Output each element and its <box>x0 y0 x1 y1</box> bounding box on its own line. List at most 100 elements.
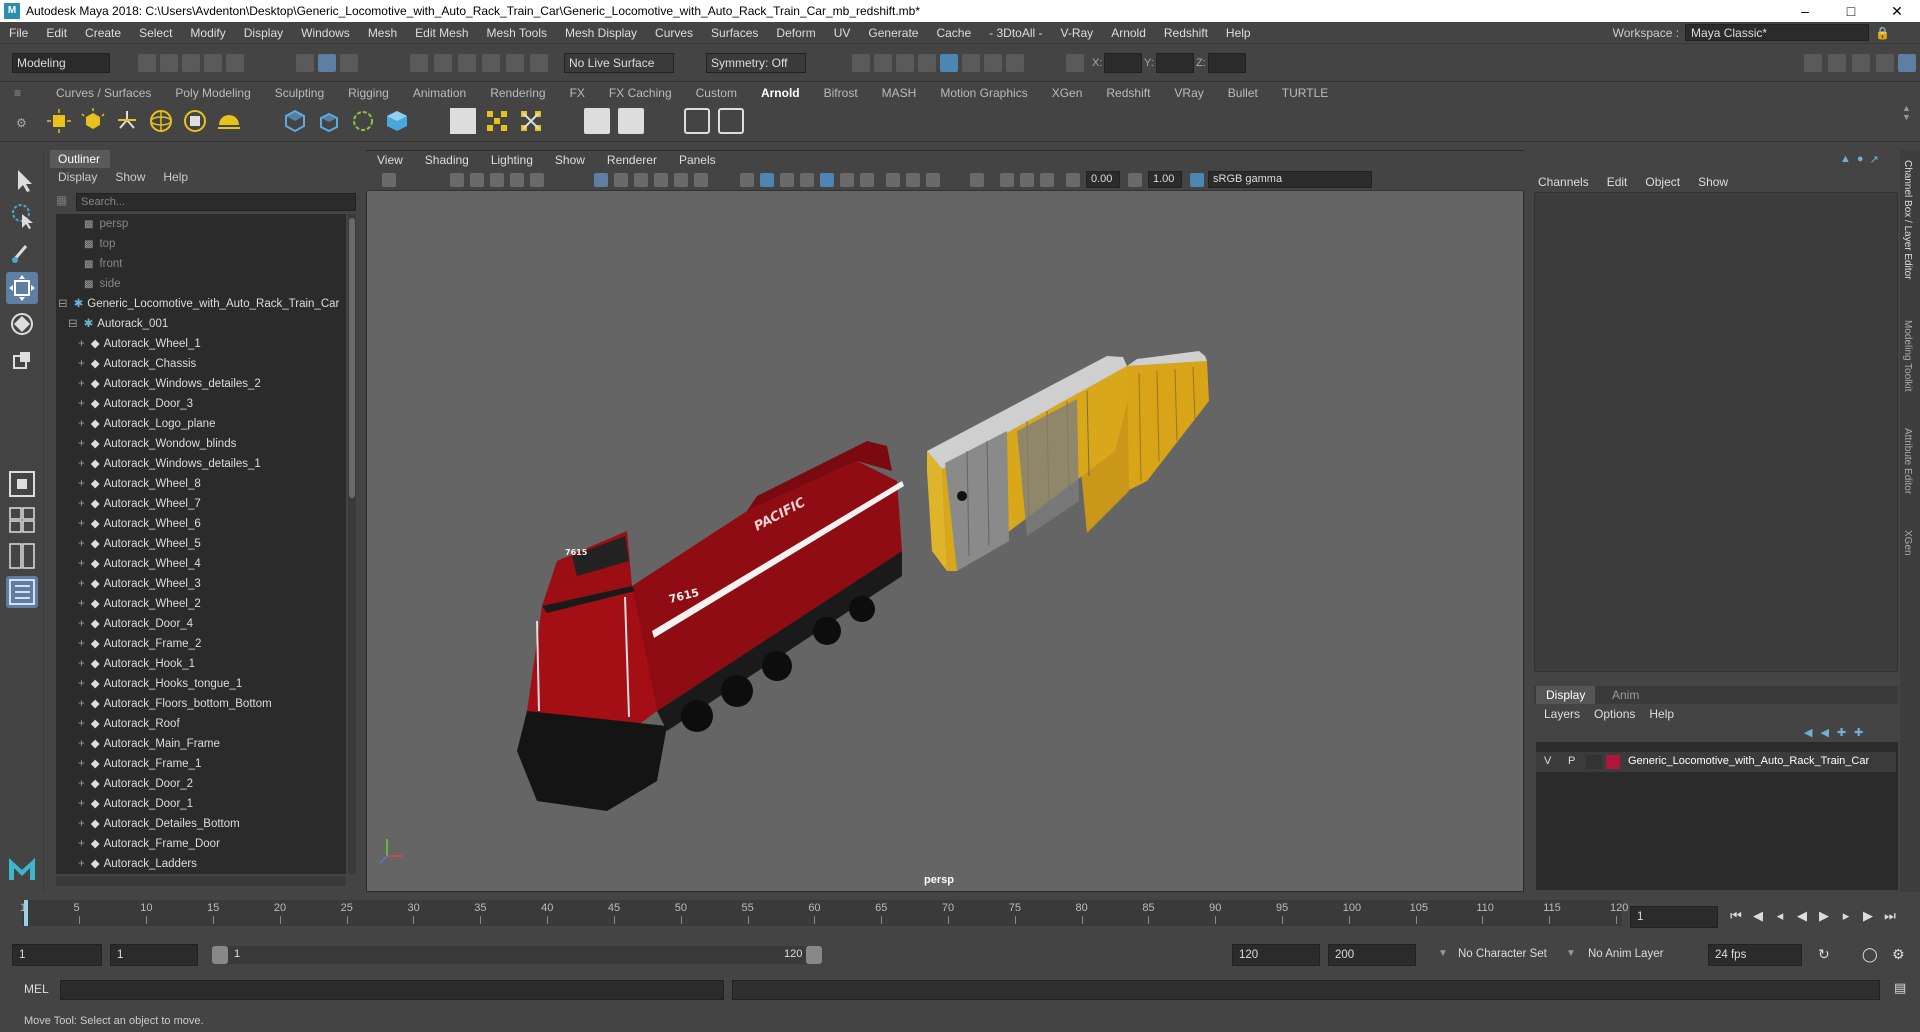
outliner-row[interactable]: + ◆ Autorack_Wheel_2 <box>56 594 346 614</box>
menu-mesh-tools[interactable]: Mesh Tools <box>478 26 556 40</box>
outliner-row[interactable]: + ◆ Autorack_Door_4 <box>56 614 346 634</box>
tool-settings-icon[interactable] <box>1876 54 1894 72</box>
outliner-scroll-thumb[interactable] <box>349 218 355 498</box>
channel-menu-object[interactable]: Object <box>1645 173 1680 191</box>
maximize-button[interactable]: □ <box>1828 3 1874 20</box>
menu-file[interactable]: File <box>0 26 37 40</box>
select-camera-icon[interactable] <box>382 173 396 187</box>
channel-menu-edit[interactable]: Edit <box>1607 173 1628 191</box>
preferences-icon[interactable]: ⚙ <box>1892 946 1905 963</box>
gamma-field[interactable]: 1.00 <box>1148 171 1182 188</box>
volume-icon[interactable] <box>384 108 410 134</box>
motion-blur-icon[interactable] <box>906 173 920 187</box>
menu-edit[interactable]: Edit <box>37 26 76 40</box>
render-settings-icon[interactable] <box>918 54 936 72</box>
menu-deform[interactable]: Deform <box>767 26 824 40</box>
color-space-dropdown[interactable]: sRGB gamma <box>1208 171 1372 188</box>
collapse-icon[interactable]: ⊟ <box>58 298 68 310</box>
play-backwards-button[interactable]: ◀ <box>1794 908 1810 924</box>
y-field[interactable] <box>1156 53 1194 73</box>
side-tab-xgen[interactable]: XGen <box>1902 530 1913 556</box>
play-render-icon[interactable] <box>718 108 744 134</box>
shelf-tab-bifrost[interactable]: Bifrost <box>812 84 870 102</box>
material-icon[interactable] <box>584 108 610 134</box>
layer-menu-layers[interactable]: Layers <box>1544 706 1580 722</box>
move-layer-down-icon[interactable]: ◀ <box>1820 726 1828 739</box>
safe-action-icon[interactable] <box>694 173 708 187</box>
outliner-row[interactable]: + ◆ Autorack_Windows_detailes_1 <box>56 454 346 474</box>
viewport-menu-show[interactable]: Show <box>544 151 596 169</box>
select-tool-icon[interactable] <box>6 164 38 196</box>
expand-icon[interactable]: + <box>78 738 85 750</box>
layer-editor-icon[interactable]: ● <box>1857 153 1864 166</box>
gamma-icon[interactable] <box>1128 173 1142 187</box>
expand-icon[interactable]: + <box>78 518 85 530</box>
outliner-row[interactable]: ⊟ ✱ Autorack_001 <box>56 314 346 334</box>
menu-modify[interactable]: Modify <box>181 26 234 40</box>
range-handle-right[interactable] <box>806 946 822 964</box>
lock-icon[interactable]: 🔒 <box>1875 26 1890 40</box>
expand-icon[interactable]: + <box>78 558 85 570</box>
shelf-tab-curves-surfaces[interactable]: Curves / Surfaces <box>44 84 163 102</box>
mesh-light-icon[interactable] <box>80 108 106 134</box>
outliner-menu-show[interactable]: Show <box>115 168 145 186</box>
camera-attributes-icon[interactable] <box>450 173 464 187</box>
new-scene-icon[interactable] <box>138 54 156 72</box>
shelf-tab-custom[interactable]: Custom <box>684 84 749 102</box>
xray-joints-icon[interactable] <box>1020 173 1034 187</box>
smooth-shade-icon[interactable] <box>760 173 774 187</box>
channel-box-icon[interactable]: ▲ <box>1840 153 1851 166</box>
field-chart-icon[interactable] <box>674 173 688 187</box>
menu-windows[interactable]: Windows <box>292 26 359 40</box>
arnold-render-icon[interactable] <box>962 54 980 72</box>
anim-layer-icon[interactable]: ▼ <box>1566 948 1576 959</box>
visibility-icon[interactable] <box>684 108 710 134</box>
shelf-tab-motion-graphics[interactable]: Motion Graphics <box>928 84 1039 102</box>
viewport-menu-shading[interactable]: Shading <box>414 151 480 169</box>
scale-tool-icon[interactable] <box>6 344 38 376</box>
select-object-icon[interactable] <box>318 54 336 72</box>
outliner-row[interactable]: ▩ top <box>56 234 346 254</box>
xray-icon[interactable] <box>1000 173 1014 187</box>
physical-sky-icon[interactable] <box>216 108 242 134</box>
outliner-row[interactable]: + ◆ Autorack_Frame_2 <box>56 634 346 654</box>
image-plane-icon[interactable] <box>490 173 504 187</box>
auto-key-icon[interactable]: ◯ <box>1862 946 1878 963</box>
layer-menu-options[interactable]: Options <box>1594 706 1635 722</box>
exposure-icon[interactable] <box>1066 173 1080 187</box>
shelf-tab-arnold[interactable]: Arnold <box>749 84 812 102</box>
menu-mesh-display[interactable]: Mesh Display <box>556 26 646 40</box>
expand-icon[interactable]: + <box>78 458 85 470</box>
shelf-tab-rigging[interactable]: Rigging <box>336 84 401 102</box>
expand-icon[interactable]: + <box>78 778 85 790</box>
wireframe-icon[interactable] <box>740 173 754 187</box>
undo-icon[interactable] <box>204 54 222 72</box>
render-view-icon[interactable] <box>450 108 476 134</box>
expand-icon[interactable]: + <box>78 818 85 830</box>
outliner-row[interactable]: + ◆ Autorack_Windows_detailes_2 <box>56 374 346 394</box>
layer-visibility-toggle[interactable]: V <box>1544 755 1551 767</box>
outliner-row[interactable]: + ◆ Autorack_Wheel_8 <box>56 474 346 494</box>
expand-icon[interactable]: + <box>78 578 85 590</box>
menu-redshift[interactable]: Redshift <box>1155 26 1217 40</box>
script-editor-icon[interactable]: ▤ <box>1894 980 1906 996</box>
playback-start-field[interactable]: 1 <box>110 944 198 966</box>
menu-vray[interactable]: V-Ray <box>1052 26 1103 40</box>
expand-icon[interactable]: + <box>78 438 85 450</box>
exposure-field[interactable]: 0.00 <box>1086 171 1120 188</box>
shelf-tab-animation[interactable]: Animation <box>401 84 478 102</box>
outliner-row[interactable]: + ◆ Autorack_Wheel_3 <box>56 574 346 594</box>
x-field[interactable] <box>1104 53 1142 73</box>
default-material-icon[interactable] <box>780 173 794 187</box>
isolate-select-icon[interactable] <box>970 173 984 187</box>
shelf-scroll-icon[interactable]: ▲ ▼ <box>1902 104 1911 122</box>
outliner-row[interactable]: + ◆ Autorack_Frame_Door <box>56 834 346 854</box>
skydome-light-icon[interactable] <box>148 108 174 134</box>
layer-color-swatch[interactable] <box>1606 755 1620 769</box>
timeline-track[interactable] <box>22 900 1622 926</box>
grease-pencil-icon[interactable] <box>530 173 544 187</box>
outliner-row[interactable]: + ◆ Autorack_Wondow_blinds <box>56 434 346 454</box>
step-back-frame-button[interactable]: ◂ <box>1772 908 1788 924</box>
animation-start-field[interactable]: 1 <box>12 944 102 966</box>
expand-icon[interactable]: + <box>78 758 85 770</box>
